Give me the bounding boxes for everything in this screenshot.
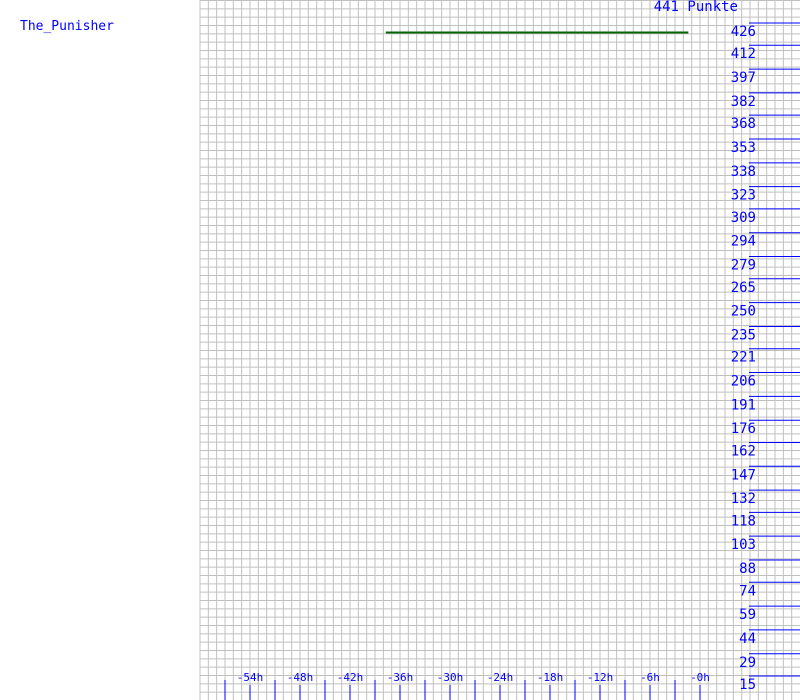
x-tick-label: -18h <box>537 671 564 684</box>
y-tick-label: 368 <box>731 116 756 132</box>
y-tick-label: 397 <box>731 70 756 86</box>
y-tick-label: 88 <box>739 561 756 577</box>
y-tick-label: 74 <box>739 583 756 599</box>
y-tick-label: 338 <box>731 164 756 180</box>
x-tick-label: -48h <box>287 671 314 684</box>
y-tick-label: 412 <box>731 46 756 62</box>
y-tick-label: 235 <box>731 327 756 343</box>
y-tick-label: 426 <box>731 24 756 40</box>
y-tick-label: 29 <box>739 655 756 671</box>
y-tick-label: 44 <box>739 631 756 647</box>
x-tick-label: -54h <box>237 671 264 684</box>
y-tick-label: 59 <box>739 607 756 623</box>
y-tick-label: 323 <box>731 188 756 204</box>
y-tick-label: 118 <box>731 513 756 529</box>
x-tick-label: -0h <box>690 671 710 684</box>
y-tick-label: 206 <box>731 374 756 390</box>
chart-title: 441 Punkte <box>654 0 738 15</box>
x-tick-label: -36h <box>387 671 414 684</box>
x-tick-label: -42h <box>337 671 364 684</box>
x-tick-label: -12h <box>587 671 614 684</box>
x-tick-label: -6h <box>640 671 660 684</box>
y-tick-label: 279 <box>731 258 756 274</box>
x-tick-label: -24h <box>487 671 514 684</box>
y-tick-label: 382 <box>731 94 756 110</box>
x-tick-label: -30h <box>437 671 464 684</box>
y-tick-label: 147 <box>731 467 756 483</box>
score-chart: -54h -48h -42h -36h -30h -24h -18h -12h -6h -0h 42… <box>199 0 800 700</box>
y-tick-label: 103 <box>731 537 756 553</box>
y-tick-label: 294 <box>731 234 756 250</box>
y-tick-label: 265 <box>731 280 756 296</box>
y-tick-label: 250 <box>731 304 756 320</box>
y-tick-label: 176 <box>731 421 756 437</box>
y-tick-label: 353 <box>731 140 756 156</box>
y-tick-label: 191 <box>731 397 756 413</box>
y-tick-label: 221 <box>731 350 756 366</box>
y-tick-label: 15 <box>739 677 756 693</box>
y-tick-label: 309 <box>731 210 756 226</box>
y-tick-label: 132 <box>731 491 756 507</box>
y-tick-label: 162 <box>731 443 756 459</box>
